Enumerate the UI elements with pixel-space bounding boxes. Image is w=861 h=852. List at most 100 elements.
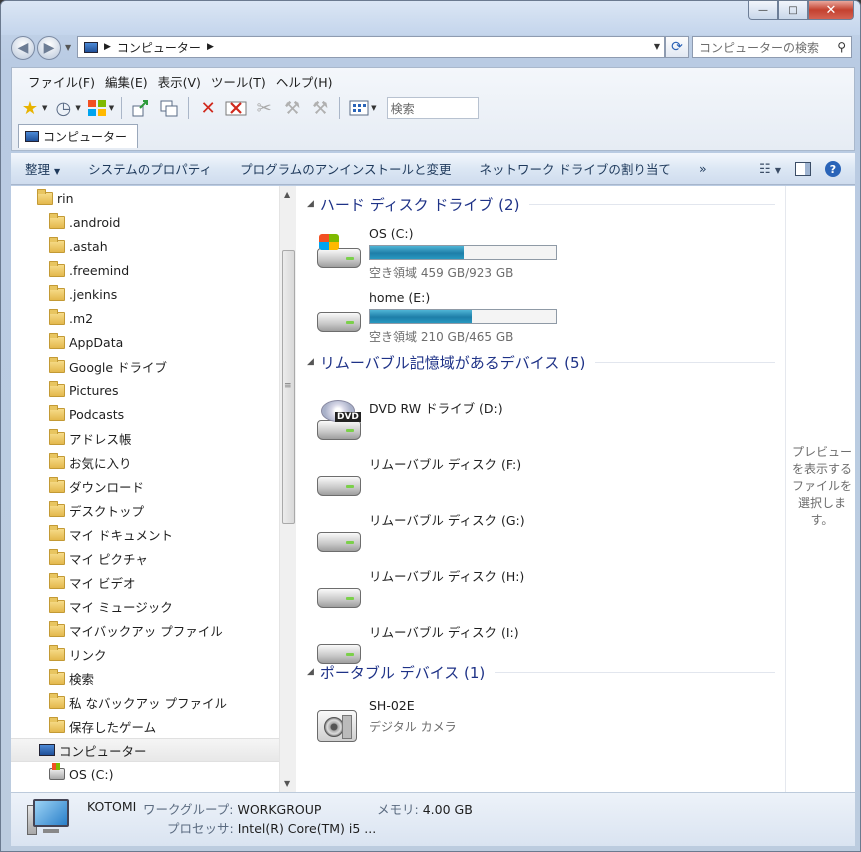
navigation-scrollbar[interactable]: ▲ ≡ ▼ (279, 186, 296, 792)
uninstall-program-button[interactable]: プログラムのアンインストールと変更 (226, 159, 465, 178)
collapse-triangle-icon[interactable]: ◢ (307, 199, 314, 209)
nav-item-appdata[interactable]: AppData (11, 330, 279, 354)
drive-tile-c[interactable]: OS (C:) 空き領域 459 GB/923 GB (315, 226, 775, 282)
scrollbar-grip-icon: ≡ (284, 381, 292, 391)
nav-item-podcasts[interactable]: Podcasts (11, 402, 279, 426)
nav-item-google-drive[interactable]: Google ドライブ (11, 354, 279, 378)
folder-icon (49, 620, 65, 637)
view-grid-icon[interactable] (347, 96, 371, 120)
nav-item-os-c[interactable]: OS (C:) (11, 762, 279, 786)
nav-item-rin[interactable]: rin (11, 186, 279, 210)
search-input[interactable]: コンピューターの検索 ⚲ (692, 36, 852, 58)
back-button[interactable]: ◀ (11, 36, 35, 60)
device-tile-sh02e[interactable]: SH-02E デジタル カメラ (315, 698, 775, 754)
nav-item-jenkins[interactable]: .jenkins (11, 282, 279, 306)
copy-icon[interactable]: ⚒ (280, 96, 304, 120)
menu-tools[interactable]: ツール(T) (209, 70, 274, 93)
minimize-button[interactable]: — (748, 1, 778, 20)
help-icon[interactable]: ? (825, 161, 841, 177)
favorites-dropdown-icon[interactable]: ▼ (42, 104, 47, 112)
nav-item-favorites[interactable]: お気に入り (11, 450, 279, 474)
windows-logo-icon[interactable] (85, 96, 109, 120)
nav-item-contacts[interactable]: アドレス帳 (11, 426, 279, 450)
tab-computer[interactable]: コンピューター (18, 124, 139, 148)
organize-button[interactable]: 整理 ▼ (11, 159, 74, 178)
paste-icon[interactable]: ⚒ (308, 96, 332, 120)
history-clock-icon[interactable]: ◷ (51, 96, 75, 120)
group-header-hdd[interactable]: ◢ ハード ディスク ドライブ (2) (307, 192, 775, 216)
toolbar-search-input[interactable]: 検索 (386, 97, 479, 119)
nav-item-m2[interactable]: .m2 (11, 306, 279, 330)
nav-item-searches[interactable]: 検索 (11, 666, 279, 690)
refresh-button[interactable]: ⟳ (665, 36, 689, 58)
documents-folder-icon (49, 524, 65, 541)
view-dropdown-icon[interactable]: ▼ (371, 104, 376, 112)
nav-item-android[interactable]: .android (11, 210, 279, 234)
group-header-portable[interactable]: ◢ ポータブル デバイス (1) (307, 660, 775, 684)
menu-view[interactable]: 表示(V) (156, 70, 209, 93)
folder-icon (49, 284, 65, 301)
delete-icon[interactable]: ✕ (196, 96, 220, 120)
nav-item-my-videos[interactable]: マイ ビデオ (11, 570, 279, 594)
change-view-icon[interactable]: ☷ ▼ (759, 162, 781, 177)
drive-tile-e[interactable]: home (E:) 空き領域 210 GB/465 GB (315, 290, 775, 346)
maximize-button[interactable]: □ (778, 1, 808, 20)
collapse-triangle-icon[interactable]: ◢ (307, 667, 314, 677)
forward-button[interactable]: ▶ (37, 36, 61, 60)
drive-tile-h[interactable]: リムーバブル ディスク (H:) (315, 566, 775, 622)
cut-icon[interactable]: ✂ (252, 96, 276, 120)
menu-toolbar-area: ファイル(F) 編集(E) 表示(V) ツール(T) ヘルプ(H) ★ ▼ ◷ … (11, 67, 855, 151)
items-pane: ◢ ハード ディスク ドライブ (2) OS (C:) 空き領域 459 GB/… (297, 186, 783, 792)
nav-item-my-pictures[interactable]: マイ ピクチャ (11, 546, 279, 570)
drive-tile-d[interactable]: DVD DVD RW ドライブ (D:) (315, 398, 775, 454)
favorites-folder-icon (49, 452, 65, 469)
nav-item-astah[interactable]: .astah (11, 234, 279, 258)
address-bar[interactable]: ▶ コンピューター ▶ ▼ (77, 36, 665, 58)
favorites-star-icon[interactable]: ★ (18, 96, 42, 120)
arrow-left-icon: ◀ (17, 40, 29, 56)
nav-item-my-documents[interactable]: マイ ドキュメント (11, 522, 279, 546)
hard-drive-icon (315, 298, 363, 332)
scroll-down-icon[interactable]: ▼ (284, 779, 290, 788)
scroll-up-icon[interactable]: ▲ (284, 190, 290, 199)
delete-box-icon[interactable] (224, 96, 248, 120)
system-properties-button[interactable]: システムのプロパティ (74, 159, 226, 178)
nav-item-saved-games[interactable]: 保存したゲーム (11, 714, 279, 738)
menu-edit[interactable]: 編集(E) (103, 70, 156, 93)
nav-item-my-music[interactable]: マイ ミュージック (11, 594, 279, 618)
drive-tile-g[interactable]: リムーバブル ディスク (G:) (315, 510, 775, 566)
windows-dropdown-icon[interactable]: ▼ (109, 104, 114, 112)
nav-item-my-backup-files[interactable]: マイバックアッ プファイル (11, 618, 279, 642)
collapse-triangle-icon[interactable]: ◢ (307, 357, 314, 367)
computer-icon (39, 744, 55, 756)
copy-folder-icon[interactable] (157, 96, 181, 120)
menu-file[interactable]: ファイル(F) (26, 70, 103, 93)
folder-icon (49, 212, 65, 229)
breadcrumb-computer[interactable]: コンピューター (117, 39, 201, 56)
drive-tile-f[interactable]: リムーバブル ディスク (F:) (315, 454, 775, 510)
preview-pane-icon[interactable] (795, 162, 811, 176)
toolbar-separator (188, 97, 190, 119)
menu-help[interactable]: ヘルプ(H) (274, 70, 341, 93)
more-commands-button[interactable]: » (685, 161, 721, 176)
nav-item-computer[interactable]: コンピューター (11, 738, 279, 762)
nav-item-pictures[interactable]: Pictures (11, 378, 279, 402)
breadcrumb-chevron-icon[interactable]: ▶ (207, 42, 214, 52)
map-network-drive-button[interactable]: ネットワーク ドライブの割り当て (465, 159, 684, 178)
group-label: ポータブル デバイス (1) (319, 663, 486, 682)
breadcrumb-chevron-icon[interactable]: ▶ (104, 42, 111, 52)
nav-item-freemind[interactable]: .freemind (11, 258, 279, 282)
nav-item-links[interactable]: リンク (11, 642, 279, 666)
search-icon[interactable]: ⚲ (837, 40, 846, 54)
move-up-icon[interactable] (129, 96, 153, 120)
history-dropdown-icon[interactable]: ▼ (75, 104, 80, 112)
recent-pages-dropdown[interactable]: ▼ (65, 43, 71, 52)
nav-item-downloads[interactable]: ダウンロード (11, 474, 279, 498)
address-dropdown-icon[interactable]: ▼ (654, 42, 660, 51)
tab-label: コンピューター (43, 130, 128, 144)
close-button[interactable]: ✕ (808, 1, 854, 20)
group-header-removable[interactable]: ◢ リムーバブル記憶域があるデバイス (5) (307, 350, 775, 374)
nav-item-desktop[interactable]: デスクトップ (11, 498, 279, 522)
nav-item-private-backup-files[interactable]: 私 なバックアッ プファイル (11, 690, 279, 714)
menu-bar: ファイル(F) 編集(E) 表示(V) ツール(T) ヘルプ(H) (26, 70, 340, 93)
